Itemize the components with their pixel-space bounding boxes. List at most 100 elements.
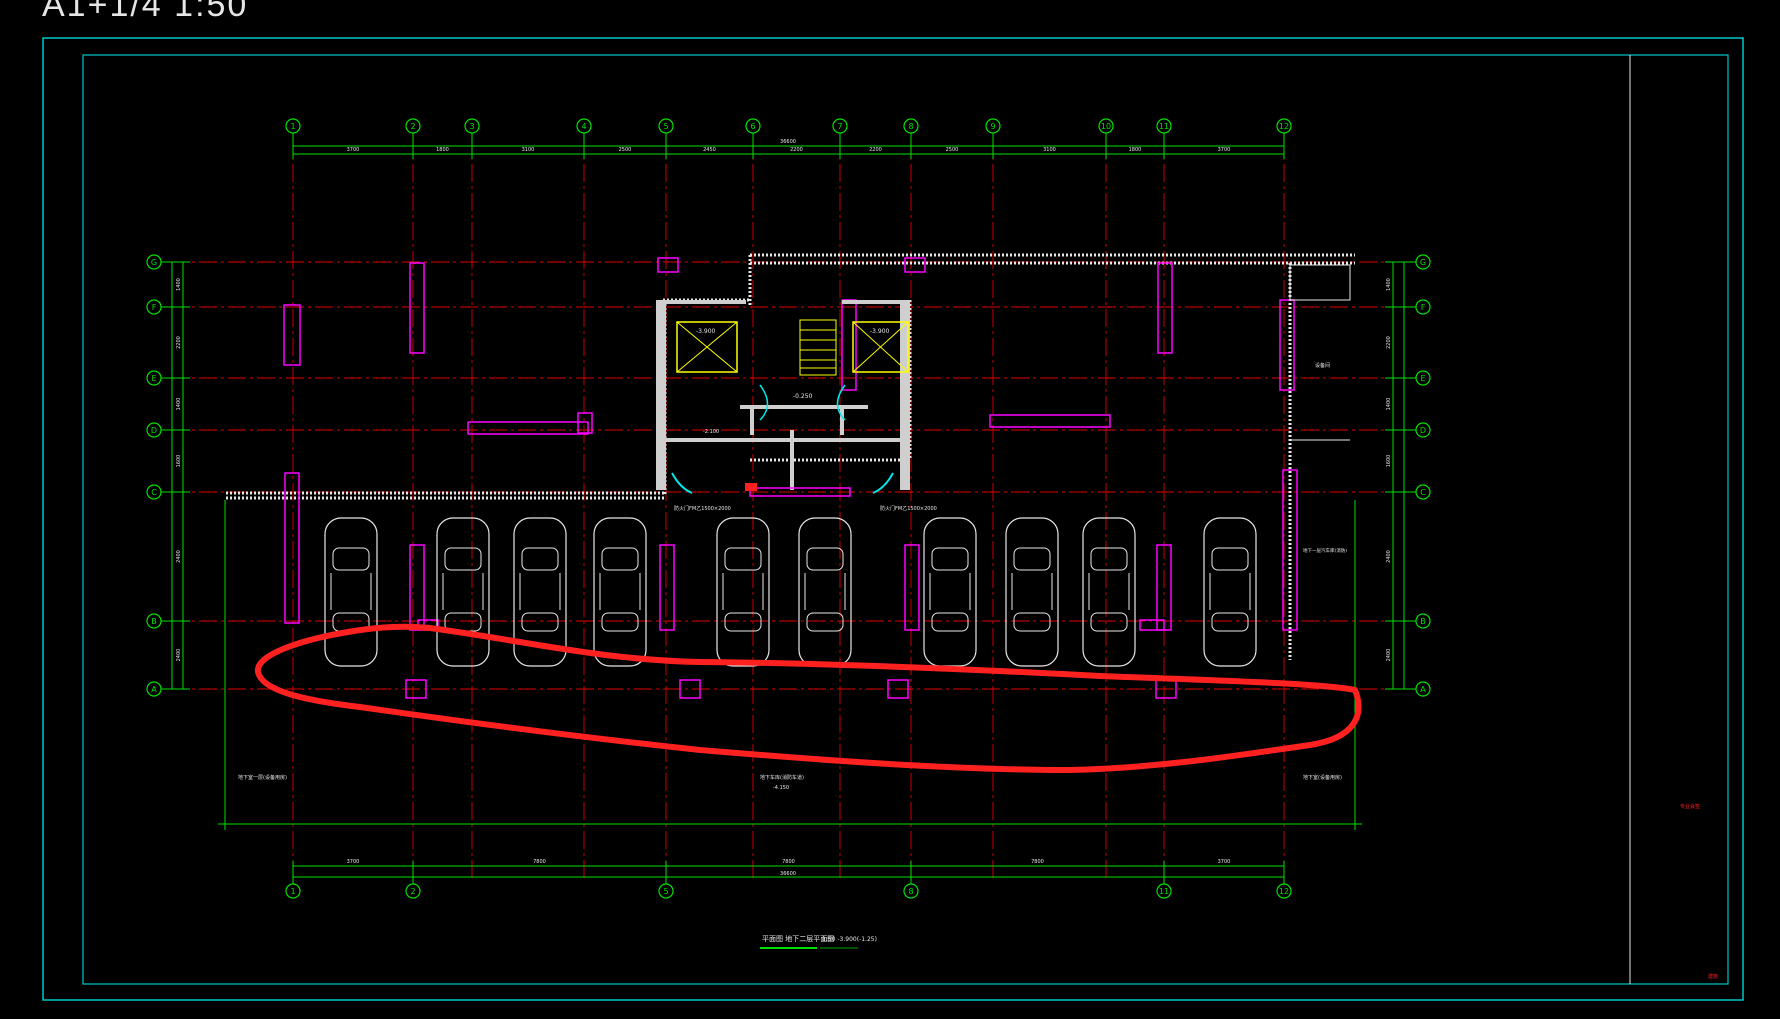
car-rear-window: [806, 612, 844, 632]
wall-segment: [284, 472, 300, 624]
wall-segment: [841, 299, 857, 391]
wall-segment: [904, 544, 920, 631]
dim-label: 3700: [347, 147, 360, 153]
car-rear-window: [1211, 612, 1249, 632]
wall-segment: [1139, 619, 1165, 631]
core-wall: [666, 300, 746, 304]
car-body: [1082, 517, 1136, 667]
axis-bubble-bottom-label: 2: [410, 887, 415, 896]
dim-label: 1600: [176, 455, 182, 468]
axis-bubble-left-label: C: [151, 488, 157, 497]
note-bottom-level: -4.150: [773, 785, 789, 791]
wall-segment: [409, 544, 425, 631]
axis-bubble-right-label: D: [1420, 426, 1426, 435]
dim-label: 2200: [869, 147, 882, 153]
parking-car: [1203, 517, 1257, 667]
car-body: [593, 517, 647, 667]
elevator-left-level: -3.900: [696, 328, 716, 335]
walls-layer: [226, 253, 1355, 699]
axis-bubble-top-label: 9: [990, 122, 995, 131]
car-body: [324, 517, 378, 667]
core-wall: [666, 438, 900, 442]
right-room-label: 设备间: [1315, 362, 1330, 369]
dim-label: 3100: [522, 147, 535, 153]
axis-bubble-top-label: 6: [750, 122, 755, 131]
wall-segment: [409, 262, 425, 354]
dim-label: 1400: [176, 398, 182, 411]
car-windshield: [1211, 547, 1249, 571]
axis-bubble-right-label: A: [1420, 685, 1426, 694]
axis-bubble-bottom-label: 8: [908, 887, 913, 896]
car-rear-window: [601, 612, 639, 632]
car-windshield: [1090, 547, 1128, 571]
dim-label: 2200: [176, 336, 182, 349]
car-windshield: [601, 547, 639, 571]
car-body: [923, 517, 977, 667]
car-rear-window: [724, 612, 762, 632]
car-body: [436, 517, 490, 667]
axis-bubble-top-label: 12: [1279, 122, 1289, 131]
wall-segment: [659, 544, 675, 631]
car-rear-window: [521, 612, 559, 632]
axis-bubble-bottom-label: 12: [1279, 887, 1289, 896]
dim-label: 1400: [1386, 398, 1392, 411]
dim-label: 3700: [347, 859, 360, 865]
axis-bubble-top-label: 10: [1101, 122, 1111, 131]
dim-label: 2500: [946, 147, 959, 153]
dim-label: 7800: [1031, 859, 1044, 865]
note-bottom-center: 地下车库(消防车道): [760, 774, 804, 781]
dim-label: 3700: [1218, 859, 1231, 865]
axis-bubble-left-label: G: [151, 258, 157, 267]
axis-bubble-bottom-label: 11: [1159, 887, 1169, 896]
note-bottom-left: 地下室一层(设备用房): [238, 774, 287, 781]
axis-bubble-top-label: 2: [410, 122, 415, 131]
dim-label: 3100: [1043, 147, 1056, 153]
axis-bubble-top-label: 7: [837, 122, 842, 131]
car-rear-window: [1090, 612, 1128, 632]
car-windshield: [931, 547, 969, 571]
core-wall: [656, 300, 666, 490]
core-level: -0.250: [793, 393, 813, 400]
core-wall: [740, 405, 868, 409]
dimension-lines: 3700 1800 3100 2500 2450 2200 2200 2500 3100 1800…: [171, 139, 1405, 878]
parking-car: [923, 517, 977, 667]
dim-label: 1800: [436, 147, 449, 153]
parking-car: [716, 517, 770, 667]
dim-label: 2200: [790, 147, 803, 153]
dim-label: 2200: [1386, 336, 1392, 349]
wall-segment: [657, 257, 679, 273]
dim-label: 3700: [1218, 147, 1231, 153]
axis-bubble-top-label: 11: [1159, 122, 1169, 131]
car-windshield: [444, 547, 482, 571]
parking-car: [436, 517, 490, 667]
note-bottom-right: 地下室(设备用房): [1303, 774, 1342, 781]
axis-bubble-bottom-label: 1: [290, 887, 295, 896]
axis-bubble-left-label: F: [152, 303, 157, 312]
axis-bubble-right-label: C: [1420, 488, 1426, 497]
car-body: [798, 517, 852, 667]
axis-bubble-bottom-label: 5: [663, 887, 668, 896]
lobby-level: -2.100: [703, 429, 719, 435]
axis-bubble-top-label: 4: [581, 122, 586, 131]
wall-segment: [283, 304, 301, 366]
title-block-note: 专业会签: [1680, 803, 1700, 810]
dim-label: 1600: [1386, 455, 1392, 468]
dim-label: 2400: [176, 550, 182, 563]
stair-treads: [799, 319, 837, 376]
exit-note-left: 防火门FM乙1500×2000: [674, 505, 731, 512]
sheet-number: 建施: [1708, 973, 1718, 980]
car-rear-window: [1013, 612, 1051, 632]
dim-bottom-total: 36600: [780, 871, 796, 877]
axis-bubble-right-label: B: [1420, 617, 1426, 626]
parking-car: [1082, 517, 1136, 667]
axis-bubble-left-label: E: [151, 374, 156, 383]
cad-drawing-canvas[interactable]: 3700 1800 3100 2500 2450 2200 2200 2500 3100 1800…: [0, 0, 1780, 1019]
wall-segment: [467, 421, 589, 435]
axis-centerlines: [170, 135, 1405, 880]
parking-cars-layer: [324, 517, 1257, 667]
axis-bubbles-layer: 1 2 3 4 5 6 7 8 9 10 11 121 2 5 8 11 12G GF FE ED DC CB BA A: [146, 118, 1431, 899]
right-room-box: [1289, 264, 1351, 301]
inner-frame: [82, 54, 1729, 985]
wall-segment: [1282, 469, 1298, 631]
dim-label: 2400: [1386, 550, 1392, 563]
